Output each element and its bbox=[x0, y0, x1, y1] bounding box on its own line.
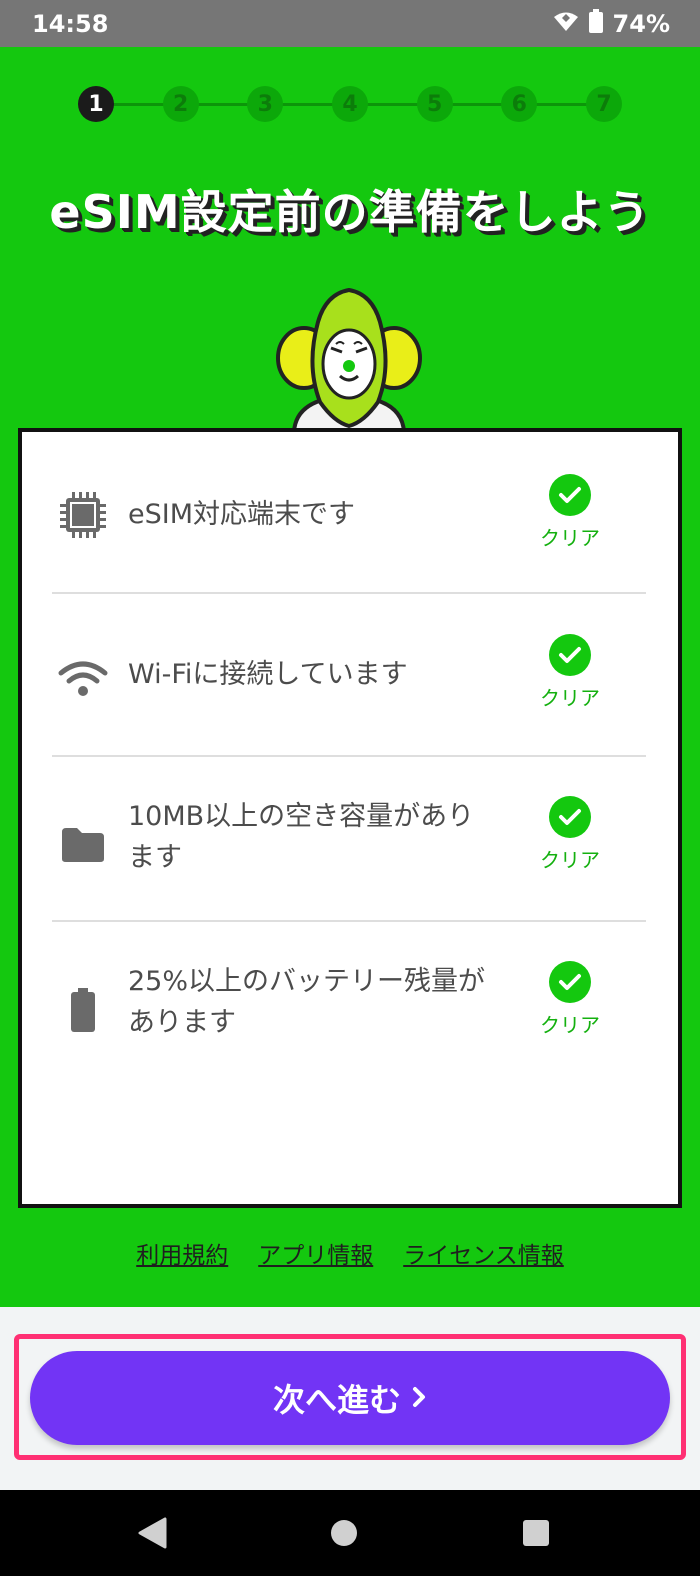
step-5: 5 bbox=[416, 86, 453, 122]
back-icon[interactable] bbox=[134, 1515, 170, 1551]
checklist-item-text: 10MB以上の空き容量があります bbox=[128, 801, 475, 873]
terms-link[interactable]: 利用規約 bbox=[136, 1236, 228, 1270]
footer-links: 利用規約 アプリ情報 ライセンス情報 bbox=[0, 1236, 700, 1270]
step-1: 1 bbox=[78, 86, 114, 122]
divider bbox=[52, 755, 646, 757]
checklist-item-text: eSIM対応端末です bbox=[128, 499, 356, 530]
checklist-item-text: 25%以上のバッテリー残量があります bbox=[128, 966, 486, 1038]
wifi-icon bbox=[58, 654, 108, 704]
status-icons: 74% bbox=[553, 9, 670, 39]
check-icon bbox=[549, 796, 591, 838]
checklist-status: クリア bbox=[532, 634, 608, 711]
status-label: クリア bbox=[540, 848, 600, 872]
mascot-image bbox=[274, 286, 424, 434]
checklist-item-storage: 10MB以上の空き容量があります クリア bbox=[52, 792, 646, 902]
navigation-bar bbox=[0, 1490, 700, 1576]
checklist-card: eSIM対応端末です クリア Wi-Fiに接続しています クリア 10MB以上の… bbox=[18, 428, 682, 1208]
home-icon[interactable] bbox=[326, 1515, 362, 1551]
status-time: 14:58 bbox=[32, 10, 109, 38]
divider bbox=[52, 592, 646, 594]
chip-icon bbox=[58, 490, 108, 540]
page-title: eSIM設定前の準備をしよう bbox=[49, 185, 651, 239]
check-icon bbox=[549, 961, 591, 1003]
battery-icon bbox=[58, 985, 108, 1035]
step-indicator: 1 2 3 4 5 6 7 bbox=[78, 86, 622, 122]
battery-icon bbox=[588, 9, 603, 39]
checklist-item-text: Wi-Fiに接続しています bbox=[128, 659, 408, 690]
wifi-icon bbox=[553, 10, 579, 38]
checklist-item-battery: 25%以上のバッテリー残量があります クリア bbox=[52, 957, 646, 1067]
battery-percent: 74% bbox=[612, 10, 670, 38]
checklist-status: クリア bbox=[532, 961, 608, 1038]
check-icon bbox=[549, 634, 591, 676]
status-label: クリア bbox=[540, 1013, 600, 1037]
license-info-link[interactable]: ライセンス情報 bbox=[403, 1236, 564, 1270]
folder-icon bbox=[58, 820, 108, 870]
status-bar: 14:58 74% bbox=[0, 0, 700, 47]
status-label: クリア bbox=[540, 526, 600, 550]
step-6: 6 bbox=[501, 86, 538, 122]
next-button[interactable]: 次へ進む bbox=[30, 1351, 670, 1445]
divider bbox=[52, 920, 646, 922]
step-3: 3 bbox=[247, 86, 284, 122]
chevron-right-icon bbox=[411, 1379, 427, 1417]
checklist-status: クリア bbox=[532, 796, 608, 873]
check-icon bbox=[549, 474, 591, 516]
next-button-label: 次へ進む bbox=[272, 1381, 401, 1419]
checklist-status: クリア bbox=[532, 474, 608, 551]
status-label: クリア bbox=[540, 686, 600, 710]
step-2: 2 bbox=[162, 86, 199, 122]
step-4: 4 bbox=[332, 86, 368, 122]
checklist-item-esim: eSIM対応端末です クリア bbox=[52, 466, 646, 562]
app-info-link[interactable]: アプリ情報 bbox=[258, 1236, 373, 1270]
step-7: 7 bbox=[586, 86, 622, 122]
recents-icon[interactable] bbox=[518, 1515, 554, 1551]
checklist-item-wifi: Wi-Fiに接続しています クリア bbox=[52, 630, 646, 726]
